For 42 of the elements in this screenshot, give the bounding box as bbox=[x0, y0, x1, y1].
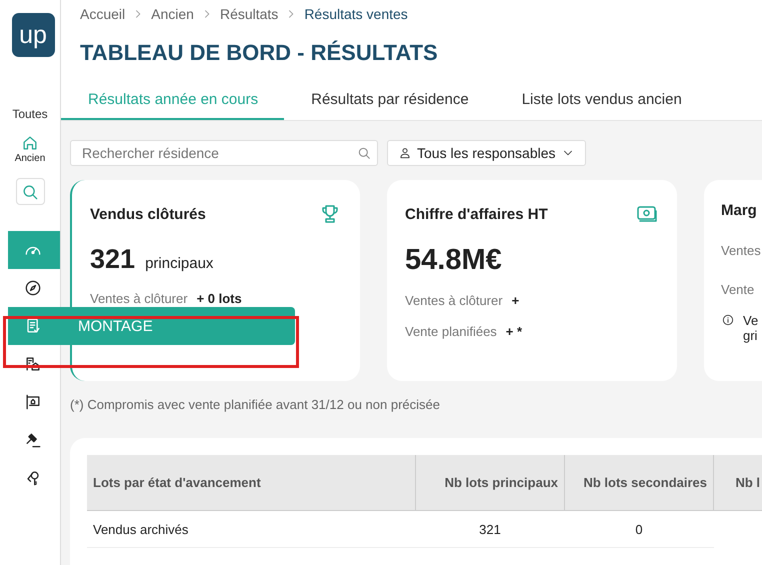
breadcrumb-link[interactable]: Ancien bbox=[151, 6, 194, 22]
breadcrumb-link[interactable]: Résultats ventes bbox=[304, 6, 408, 22]
stat-label: Vente bbox=[721, 282, 754, 297]
stat-detail: + bbox=[512, 293, 520, 308]
table-cell: 0 bbox=[564, 510, 714, 548]
table-cell: Vendus archivés bbox=[87, 510, 416, 548]
page-title: TABLEAU DE BORD - RÉSULTATS bbox=[80, 40, 439, 66]
breadcrumb-link[interactable]: Résultats bbox=[220, 6, 278, 22]
info-text: Ve bbox=[743, 313, 758, 328]
stat-value: 54.8M€ bbox=[405, 244, 502, 277]
stat-label: Ventes à clôturer bbox=[90, 291, 188, 306]
tab[interactable]: Résultats par résidence bbox=[284, 82, 495, 120]
compass-icon bbox=[23, 278, 43, 298]
person-icon bbox=[398, 146, 412, 160]
search-icon bbox=[356, 145, 372, 161]
stat-detail: + 0 lots bbox=[196, 291, 242, 306]
responsable-dropdown[interactable]: Tous les responsables bbox=[387, 140, 586, 166]
stat-value: 321 bbox=[90, 244, 136, 275]
column-header: Lots par état d'avancement bbox=[87, 455, 416, 510]
column-header: Nb l bbox=[714, 455, 762, 510]
info-icon bbox=[721, 313, 735, 327]
card-title: Marg bbox=[721, 202, 757, 219]
column-header: Nb lots principaux bbox=[416, 455, 564, 510]
stat-label: Ventes à clôturer bbox=[405, 293, 503, 308]
table-cell: 321 bbox=[416, 510, 564, 548]
scope-label[interactable]: Toutes bbox=[12, 107, 48, 121]
search-field[interactable]: Rechercher résidence bbox=[70, 140, 378, 166]
app-logo[interactable]: up bbox=[12, 13, 54, 57]
stat-label: Vente planifiées bbox=[405, 324, 497, 339]
menu-label: MONTAGE bbox=[78, 318, 153, 334]
breadcrumb-link[interactable]: Accueil bbox=[80, 6, 126, 22]
stat-label: Ventes bbox=[721, 243, 761, 258]
card-title: Vendus clôturés bbox=[90, 206, 206, 222]
info-text: gri bbox=[743, 328, 758, 343]
stat-unit: principaux bbox=[145, 255, 214, 272]
column-header: Nb lots secondaires bbox=[564, 455, 714, 510]
stat-detail: + * bbox=[506, 324, 522, 339]
search-button[interactable] bbox=[16, 178, 44, 205]
footnote: (*) Compromis avec vente planifiée avant 31/12 ou non précisée bbox=[70, 397, 441, 412]
card-title: Chiffre d'affaires HT bbox=[405, 206, 548, 222]
home-nav-item[interactable]: Ancien bbox=[14, 133, 46, 164]
tab[interactable]: Liste lots vendus ancien bbox=[494, 82, 708, 120]
